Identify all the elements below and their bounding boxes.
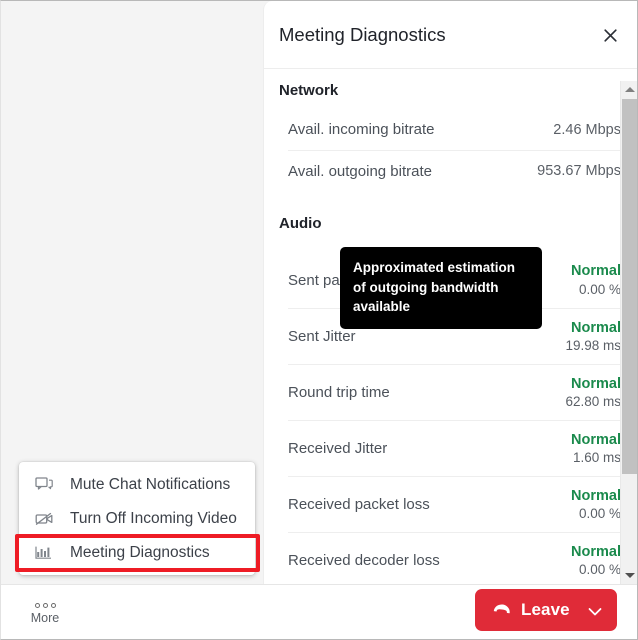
metric-value: 19.98 ms <box>565 338 621 354</box>
metric-value: 953.67 Mbps <box>537 163 621 179</box>
table-row: Received Jitter Normal 1.60 ms <box>288 420 621 476</box>
metric-label: Received packet loss <box>288 496 430 513</box>
panel-scrollbar[interactable] <box>620 81 637 584</box>
section-title-network: Network <box>279 82 339 99</box>
table-row: Received packet loss Normal 0.00 % <box>288 476 621 532</box>
app-window: Meeting Diagnostics Network Avail. incom… <box>0 0 638 640</box>
status-badge: Normal <box>571 319 621 336</box>
scroll-up-arrow-icon[interactable] <box>621 81 637 98</box>
metric-label: Avail. incoming bitrate <box>288 121 435 138</box>
status-badge: Normal <box>571 375 621 392</box>
chevron-down-icon[interactable] <box>588 604 602 622</box>
metric-value: 0.00 % <box>578 281 621 297</box>
leave-button[interactable]: Leave <box>475 589 617 631</box>
menu-item-label: Mute Chat Notifications <box>70 476 231 493</box>
more-dots-icon <box>34 601 56 609</box>
metric-label: Received decoder loss <box>288 552 440 569</box>
metric-values: Normal 0.00 % <box>571 487 621 523</box>
more-button-label: More <box>30 611 60 626</box>
menu-item-meeting-diagnostics[interactable]: Meeting Diagnostics <box>19 536 255 570</box>
metric-values: Normal 0.00 % <box>571 543 621 579</box>
status-badge: Normal <box>571 431 621 448</box>
tooltip-content: Approximated estimation of outgoing band… <box>340 247 542 329</box>
metric-values: Normal 19.98 ms <box>565 319 621 355</box>
table-row: Avail. outgoing bitrate 953.67 Mbps <box>288 150 621 191</box>
status-badge: Normal <box>571 543 621 560</box>
metric-label: Sent Jitter <box>288 328 356 345</box>
table-row: Round trip time Normal 62.80 ms <box>288 364 621 420</box>
more-context-menu: Mute Chat Notifications Turn Off Incomin… <box>19 462 255 575</box>
metric-label: Round trip time <box>288 384 390 401</box>
table-row: Received decoder loss Normal 0.00 % <box>288 532 621 584</box>
metric-value: 1.60 ms <box>572 450 621 466</box>
table-row: Avail. incoming bitrate 2.46 Mbps <box>288 109 621 150</box>
metric-value: 62.80 ms <box>565 394 621 410</box>
metric-values: Normal 62.80 ms <box>565 375 621 411</box>
panel-body[interactable]: Network Avail. incoming bitrate 2.46 Mbp… <box>264 69 637 584</box>
chat-bubble-icon <box>35 475 57 495</box>
scrollbar-thumb[interactable] <box>622 99 637 474</box>
page-title: Meeting Diagnostics <box>279 23 446 45</box>
bar-chart-icon <box>35 543 57 563</box>
video-off-icon <box>35 509 57 529</box>
metric-value: 0.00 % <box>578 562 621 578</box>
close-icon[interactable] <box>597 22 623 48</box>
menu-item-label: Turn Off Incoming Video <box>70 510 237 527</box>
scroll-down-arrow-icon[interactable] <box>621 567 637 584</box>
more-button[interactable]: More <box>23 591 67 635</box>
menu-item-mute-chat-notifications[interactable]: Mute Chat Notifications <box>19 468 255 502</box>
metric-label: Received Jitter <box>288 440 388 457</box>
metric-label: Avail. outgoing bitrate <box>288 162 432 180</box>
section-title-audio: Audio <box>279 215 322 232</box>
hang-up-phone-icon <box>492 603 512 617</box>
meeting-diagnostics-panel: Meeting Diagnostics Network Avail. incom… <box>263 1 637 584</box>
metric-value: 2.46 Mbps <box>553 121 621 138</box>
menu-item-label: Meeting Diagnostics <box>70 544 210 561</box>
metric-values: Normal 0.00 % <box>571 262 621 298</box>
panel-header: Meeting Diagnostics <box>264 1 637 69</box>
leave-button-label: Leave <box>521 600 570 619</box>
status-badge: Normal <box>571 263 621 280</box>
metric-value: 0.00 % <box>578 506 621 522</box>
metric-values: Normal 1.60 ms <box>571 431 621 467</box>
menu-item-turn-off-incoming-video[interactable]: Turn Off Incoming Video <box>19 502 255 536</box>
status-badge: Normal <box>571 487 621 504</box>
